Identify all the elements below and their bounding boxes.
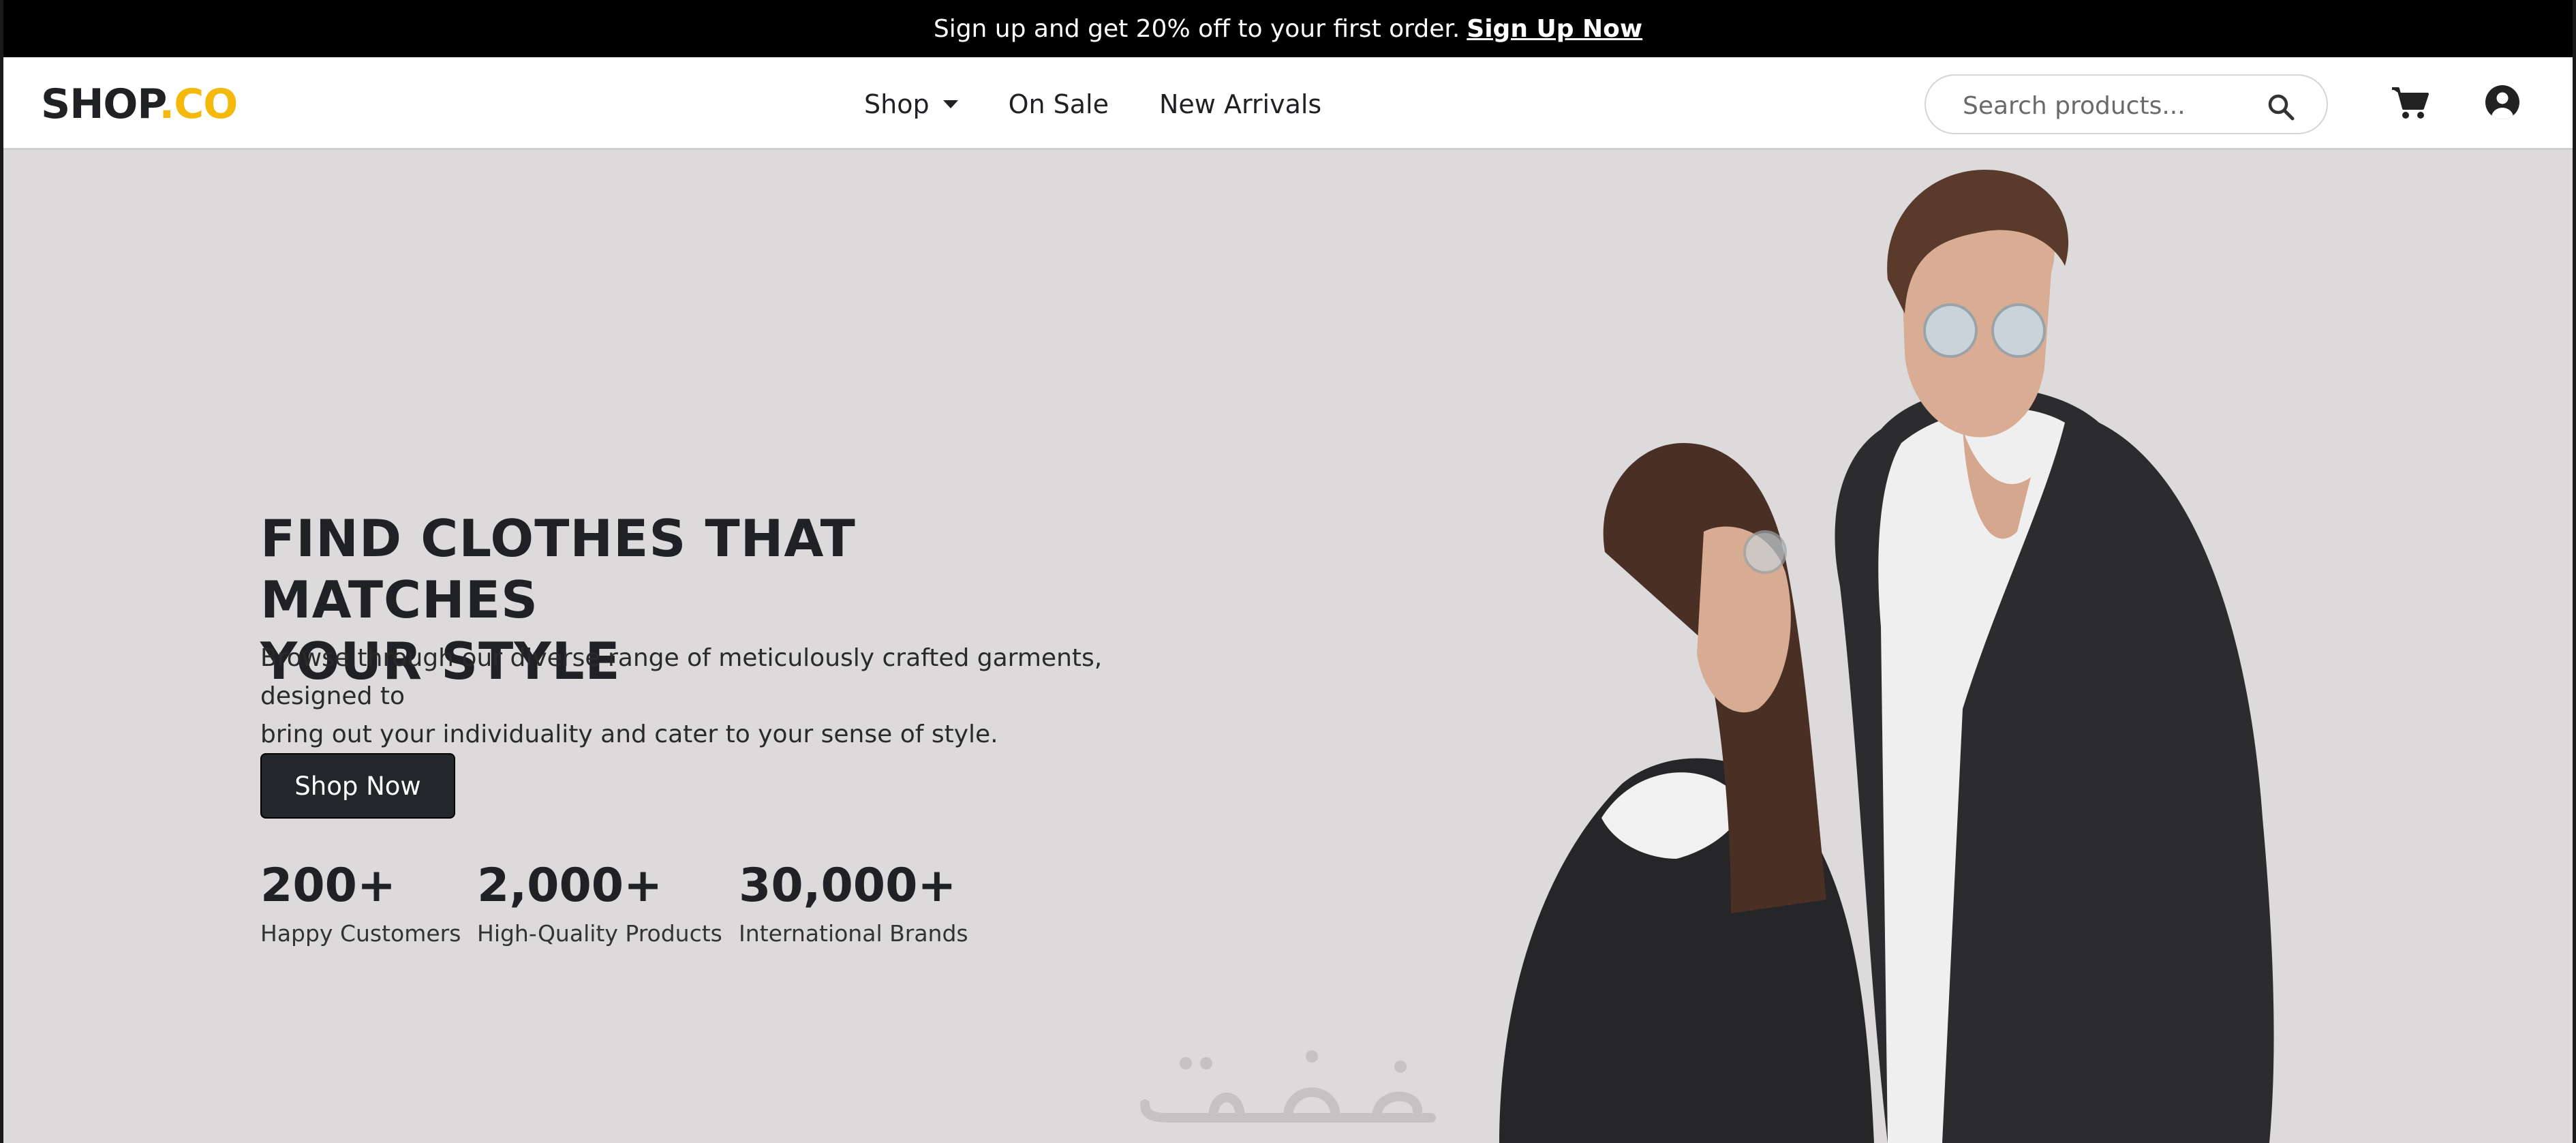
promo-text: Sign up and get 20% off to your first or… [933, 14, 1460, 43]
promo-bar: Sign up and get 20% off to your first or… [0, 0, 2576, 57]
window-border-left [0, 0, 3, 1143]
hero-description-line2: bring out your individuality and cater t… [260, 720, 998, 748]
hero-headline-line1: FIND CLOTHES THAT MATCHES [260, 508, 856, 630]
search-icon[interactable] [2267, 93, 2295, 121]
navbar: SHOP.CO Shop On Sale New Arrivals [0, 57, 2576, 150]
stat-brands: 30,000+ International Brands [739, 859, 968, 947]
main-nav: Shop On Sale New Arrivals [864, 89, 1321, 119]
stat-value: 30,000+ [739, 859, 957, 913]
logo-accent: .CO [159, 80, 238, 128]
logo-main: SHOP [41, 80, 159, 128]
hero-description: Browse through our diverse range of meti… [260, 639, 1187, 754]
stat-label: International Brands [739, 920, 968, 947]
nav-new-arrivals-label: New Arrivals [1159, 89, 1322, 119]
hero-image [1499, 170, 2274, 1143]
logo[interactable]: SHOP.CO [41, 80, 238, 128]
nav-on-sale-label: On Sale [1008, 89, 1109, 119]
window-border-right [2573, 0, 2576, 1143]
account-icon[interactable] [2484, 84, 2521, 121]
nav-shop-label: Shop [864, 89, 930, 119]
nav-on-sale[interactable]: On Sale [1009, 89, 1109, 119]
cart-icon[interactable] [2391, 86, 2429, 120]
search-input[interactable] [1961, 89, 2264, 122]
watermark-logo [1140, 1050, 1436, 1123]
stat-label: Happy Customers [260, 920, 461, 947]
stat-value: 200+ [260, 859, 396, 913]
stat-value: 2,000+ [477, 859, 663, 913]
search-bar [1925, 74, 2328, 134]
hero-section: FIND CLOTHES THAT MATCHES YOUR STYLE Brow… [0, 150, 2576, 1143]
stat-label: High-Quality Products [477, 920, 722, 947]
nav-shop-dropdown[interactable]: Shop [864, 89, 958, 119]
sign-up-link[interactable]: Sign Up Now [1467, 15, 1642, 43]
hero-description-line1: Browse through our diverse range of meti… [260, 644, 1103, 710]
shop-now-button[interactable]: Shop Now [260, 753, 455, 819]
caret-down-icon [942, 100, 958, 108]
nav-new-arrivals[interactable]: New Arrivals [1159, 89, 1321, 119]
stat-happy-customers: 200+ Happy Customers [260, 859, 461, 947]
stat-products: 2,000+ High-Quality Products [477, 859, 722, 947]
